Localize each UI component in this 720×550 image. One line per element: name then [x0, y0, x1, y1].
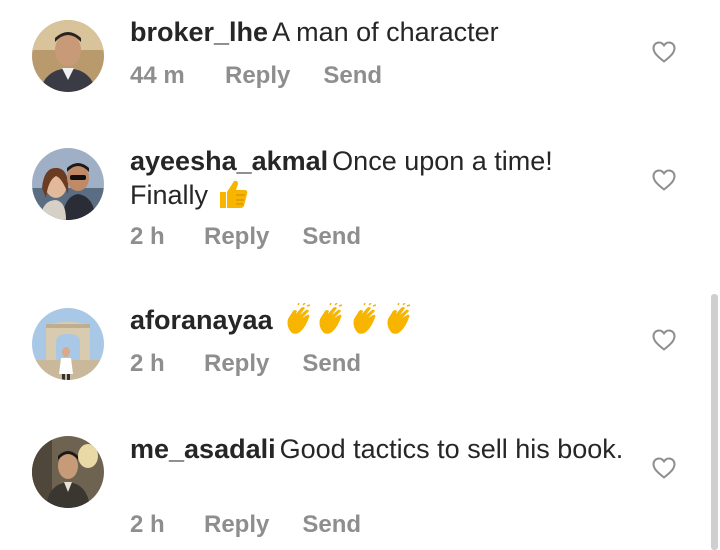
comment-item: ayeesha_akmal Once upon a time! Finally 2…	[0, 120, 720, 285]
comment-timestamp: 2 h	[130, 511, 165, 538]
comment-username[interactable]: aforanayaa	[130, 305, 273, 335]
reply-button[interactable]: Reply	[204, 223, 269, 251]
comment-text: aforanayaa	[130, 302, 630, 343]
clapping-hands-icon	[284, 302, 314, 343]
comment-body: Good tactics to sell his book.	[279, 434, 624, 464]
comment-timestamp: 44 m	[130, 62, 185, 89]
comment-meta: 2 h Reply Send	[130, 350, 361, 378]
avatar[interactable]	[32, 148, 104, 220]
scrollbar[interactable]	[711, 294, 718, 550]
comment-timestamp: 2 h	[130, 350, 165, 377]
comment-item: aforanayaa 2 h Reply Send	[0, 285, 720, 410]
thumbs-up-icon	[216, 178, 250, 218]
avatar[interactable]	[32, 20, 104, 92]
comment-username[interactable]: broker_lhe	[130, 17, 268, 47]
clapping-hands-icon	[314, 302, 348, 343]
comment-text: me_asadali Good tactics to sell his book.	[130, 432, 630, 466]
comment-text: broker_lhe A man of character	[130, 15, 630, 49]
comment-timestamp: 2 h	[130, 223, 165, 250]
comment-meta: 2 h Reply Send	[130, 223, 361, 251]
send-button[interactable]: Send	[302, 511, 361, 539]
heart-icon[interactable]	[652, 169, 676, 191]
avatar[interactable]	[32, 436, 104, 508]
clapping-hands-icon	[382, 302, 416, 343]
clapping-hands-icon	[348, 302, 382, 343]
send-button[interactable]: Send	[302, 223, 361, 251]
heart-icon[interactable]	[652, 329, 676, 351]
reply-button[interactable]: Reply	[225, 62, 290, 90]
comment-item: me_asadali Good tactics to sell his book.…	[0, 410, 720, 550]
comment-text: ayeesha_akmal Once upon a time! Finally	[130, 144, 630, 218]
comment-item: broker_lhe A man of character 44 m Reply …	[0, 0, 720, 120]
comment-meta: 2 h Reply Send	[130, 511, 361, 539]
reply-button[interactable]: Reply	[204, 511, 269, 539]
comment-username[interactable]: ayeesha_akmal	[130, 146, 328, 176]
comment-body: A man of character	[272, 17, 499, 47]
avatar[interactable]	[32, 308, 104, 380]
reply-button[interactable]: Reply	[204, 350, 269, 378]
comment-meta: 44 m Reply Send	[130, 62, 382, 90]
send-button[interactable]: Send	[302, 350, 361, 378]
comment-username[interactable]: me_asadali	[130, 434, 276, 464]
heart-icon[interactable]	[652, 457, 676, 479]
send-button[interactable]: Send	[323, 62, 382, 90]
heart-icon[interactable]	[652, 41, 676, 63]
